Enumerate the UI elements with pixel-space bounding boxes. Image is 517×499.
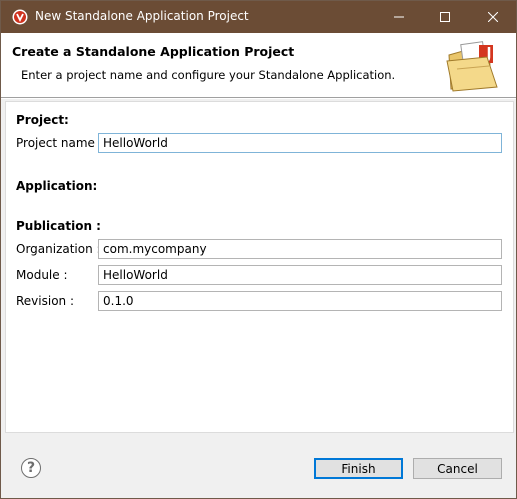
ivy-app-icon [12, 9, 28, 25]
minimize-icon [394, 16, 404, 18]
module-input[interactable] [98, 265, 502, 285]
cancel-button[interactable]: Cancel [413, 458, 502, 479]
maximize-button[interactable] [422, 1, 468, 33]
banner-description: Enter a project name and configure your … [21, 68, 396, 82]
project-name-input[interactable] [98, 133, 502, 153]
finish-button[interactable]: Finish [314, 458, 403, 479]
help-icon[interactable]: ? [21, 458, 41, 478]
publication-section-heading: Publication : [16, 219, 101, 233]
dialog-window: New Standalone Application Project Creat… [0, 0, 517, 499]
minimize-button[interactable] [376, 1, 422, 33]
header-separator-highlight [1, 98, 516, 99]
revision-label: Revision : [16, 294, 75, 308]
application-section-heading: Application: [16, 179, 98, 193]
project-section-heading: Project: [16, 113, 69, 127]
form-panel: Project: Project name : Application: Pub… [5, 101, 514, 433]
revision-input[interactable] [98, 291, 502, 311]
close-icon [488, 12, 498, 22]
project-name-label: Project name : [16, 136, 103, 150]
folder-java-icon [446, 41, 498, 92]
organization-input[interactable] [98, 239, 502, 259]
maximize-icon [440, 12, 450, 22]
title-bar[interactable]: New Standalone Application Project [1, 1, 516, 33]
header-banner: Create a Standalone Application Project … [1, 33, 516, 97]
banner-title: Create a Standalone Application Project [12, 44, 295, 59]
organization-label: Organization : [16, 242, 101, 256]
window-title: New Standalone Application Project [35, 9, 249, 23]
close-button[interactable] [470, 1, 516, 33]
module-label: Module : [16, 268, 68, 282]
